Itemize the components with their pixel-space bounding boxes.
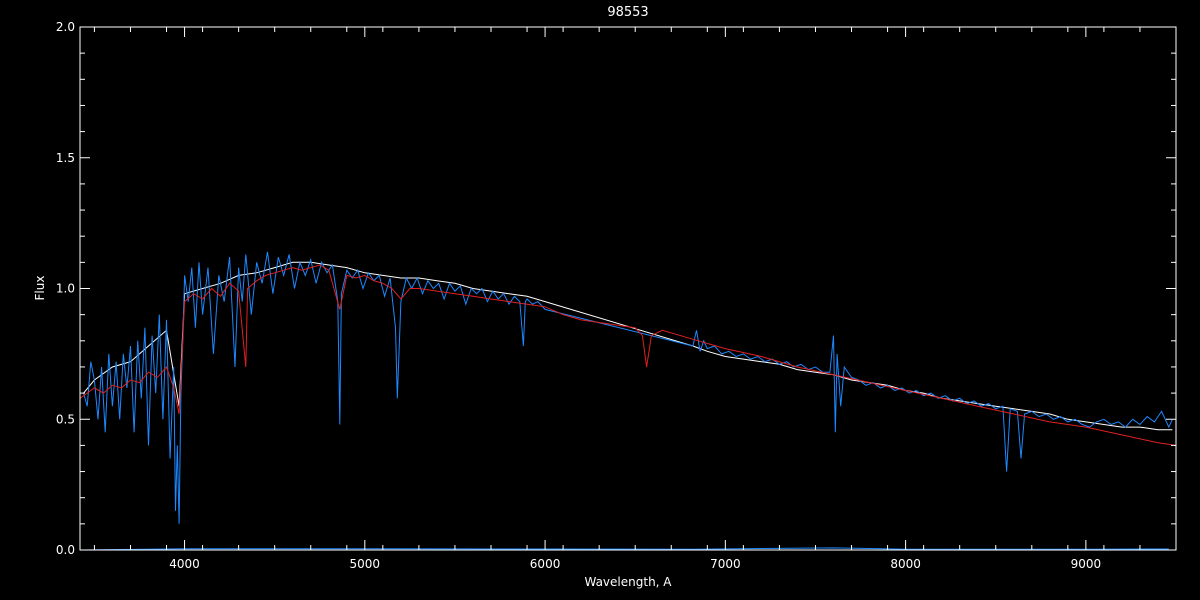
x-tick-label: 9000 <box>1071 557 1102 571</box>
x-tick-label: 8000 <box>890 557 921 571</box>
y-axis-label: Flux <box>33 276 47 301</box>
chart-title: 98553 <box>607 5 648 20</box>
y-tick-label: 2.0 <box>56 20 75 34</box>
y-tick-label: 0.0 <box>56 543 75 557</box>
x-tick-label: 4000 <box>169 557 200 571</box>
x-tick-label: 5000 <box>350 557 381 571</box>
x-tick-label: 6000 <box>530 557 561 571</box>
spectrum-chart: 98553 4000 5000 6000 7000 8000 9000 0.0 0.5 1.0 1… <box>0 0 1200 600</box>
chart-background <box>0 0 1200 600</box>
x-axis-label: Wavelength, A <box>584 575 672 589</box>
y-tick-label: 1.0 <box>56 282 75 296</box>
y-tick-label: 0.5 <box>56 412 75 426</box>
y-tick-label: 1.5 <box>56 151 75 165</box>
x-tick-label: 7000 <box>710 557 741 571</box>
